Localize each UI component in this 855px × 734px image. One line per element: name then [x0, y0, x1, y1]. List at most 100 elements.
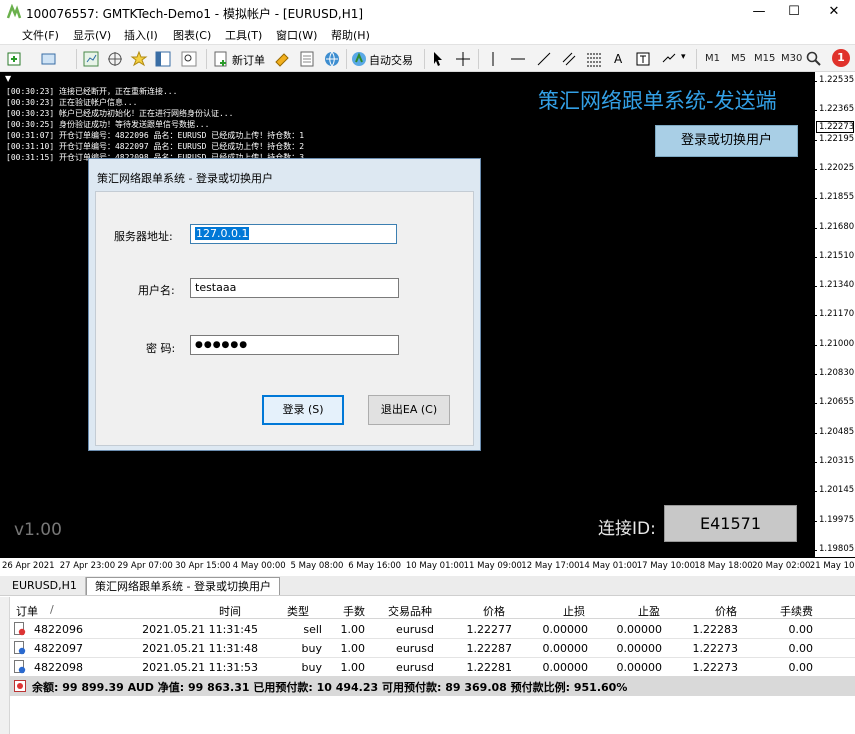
text-label-icon[interactable]	[634, 50, 652, 68]
balance-icon	[14, 680, 26, 692]
time-tick: 17 May 10:00	[636, 561, 695, 571]
market-watch-icon[interactable]	[82, 50, 100, 68]
text-tool-icon[interactable]: A	[614, 52, 622, 66]
table-row[interactable]: 4822097 2021.05.21 11:31:48 buy 1.00 eurusd 1…	[10, 639, 855, 658]
cursor-icon[interactable]	[429, 50, 447, 68]
price-tick: 1.21170	[813, 309, 855, 320]
tf-m1-button[interactable]: M1	[705, 53, 720, 64]
terminal-icon[interactable]	[154, 50, 172, 68]
tester-icon[interactable]	[180, 50, 198, 68]
order-icon	[14, 622, 26, 636]
search-icon[interactable]	[805, 50, 823, 68]
table-cell: 0.00000	[542, 623, 589, 636]
table-cell: 1.22277	[466, 623, 513, 636]
app-logo-icon	[6, 4, 22, 19]
col-tp[interactable]: 止盈	[638, 603, 660, 619]
close-button[interactable]: ✕	[815, 0, 853, 24]
time-tick: 27 Apr 23:00	[59, 561, 116, 571]
price-tick: 1.20485	[813, 426, 855, 437]
server-label: 服务器地址:	[114, 230, 173, 243]
col-time[interactable]: 时间	[219, 603, 241, 619]
minimize-button[interactable]: —	[740, 0, 778, 24]
col-symbol[interactable]: 交易品种	[388, 603, 432, 619]
table-cell: 1.00	[340, 623, 366, 636]
fibonacci-icon[interactable]	[585, 50, 603, 68]
tab-login-dialog[interactable]: 策汇网络跟单系统 - 登录或切换用户	[86, 577, 280, 595]
crosshair-icon[interactable]	[454, 50, 472, 68]
title-bar: 100076557: GMTKTech-Demo1 - 模拟帐户 - [EURU…	[0, 0, 855, 24]
password-label: 密 码:	[146, 342, 176, 355]
balance-row: 余额: 99 899.39 AUD 净值: 99 863.31 已用预付款: 1…	[10, 676, 855, 696]
auto-trading-icon[interactable]	[350, 50, 368, 68]
notification-badge[interactable]: 1	[832, 49, 850, 67]
login-switch-button[interactable]: 登录或切换用户	[655, 125, 798, 157]
new-order-button[interactable]: 新订单	[232, 52, 265, 68]
col-price[interactable]: 价格	[715, 603, 737, 619]
tf-m15-button[interactable]: M15	[754, 53, 775, 64]
price-axis: 1.22273 1.22535 1.22365 1.22195 1.22025 1.21…	[813, 72, 855, 557]
profiles-icon[interactable]	[40, 50, 58, 68]
log-line: [00:30:23] 帐户已经成功初始化！正在进行网络身份认证...	[6, 109, 234, 118]
server-input[interactable]: 127.0.0.1	[190, 224, 397, 244]
time-tick: 18 May 18:00	[694, 561, 753, 571]
table-cell: buy	[301, 661, 322, 674]
login-button[interactable]: 登录 (S)	[262, 395, 344, 425]
table-cell: 0.00000	[542, 642, 589, 655]
channel-icon[interactable]	[560, 50, 578, 68]
password-input[interactable]: ●●●●●●	[190, 335, 399, 355]
table-cell: 0.00	[788, 623, 814, 636]
connection-id-label: 连接ID:	[598, 519, 656, 539]
col-volume[interactable]: 手数	[343, 603, 365, 619]
menu-file[interactable]: 文件(F)	[22, 27, 59, 43]
community-icon[interactable]	[323, 50, 341, 68]
table-cell: buy	[301, 642, 322, 655]
price-tick: 1.22025	[813, 162, 855, 173]
menu-view[interactable]: 显示(V)	[73, 27, 111, 43]
tab-eurusd-h1[interactable]: EURUSD,H1	[4, 577, 86, 595]
horizontal-line-icon[interactable]	[509, 50, 527, 68]
table-row[interactable]: 4822096 2021.05.21 11:31:45 sell 1.00 eurusd…	[10, 620, 855, 639]
col-open-price[interactable]: 价格	[483, 603, 505, 619]
data-window-icon[interactable]	[106, 50, 124, 68]
tf-m30-button[interactable]: M30	[781, 53, 802, 64]
signals-icon[interactable]	[298, 50, 316, 68]
exit-ea-button[interactable]: 退出EA (C)	[368, 395, 450, 425]
table-cell: 1.00	[340, 642, 366, 655]
menu-insert[interactable]: 插入(I)	[124, 27, 158, 43]
time-tick: 12 May 17:00	[521, 561, 580, 571]
new-chart-icon[interactable]	[6, 50, 24, 68]
menu-charts[interactable]: 图表(C)	[173, 27, 211, 43]
chart-tabs: EURUSD,H1 策汇网络跟单系统 - 登录或切换用户	[0, 576, 855, 596]
vertical-line-icon[interactable]	[484, 50, 502, 68]
price-tick: 1.21680	[813, 221, 855, 232]
table-cell: 2021.05.21 11:31:53	[142, 661, 258, 674]
table-row[interactable]: 4822098 2021.05.21 11:31:53 buy 1.00 eurusd 1…	[10, 658, 855, 677]
chevron-down-icon[interactable]: ▾	[681, 52, 686, 62]
table-cell: eurusd	[396, 623, 434, 636]
server-value: 127.0.0.1	[195, 227, 250, 240]
col-type[interactable]: 类型	[287, 603, 309, 619]
log-line: [00:30:23] 正在验证帐户信息...	[6, 98, 138, 107]
trendline-icon[interactable]	[535, 50, 553, 68]
table-cell: 1.22281	[466, 661, 513, 674]
maximize-button[interactable]: ☐	[775, 0, 813, 24]
tf-m5-button[interactable]: M5	[731, 53, 746, 64]
menu-help[interactable]: 帮助(H)	[331, 27, 370, 43]
time-axis: 26 Apr 2021 27 Apr 23:00 29 Apr 07:00 30 Ap…	[0, 557, 855, 576]
metaeditor-icon[interactable]	[273, 50, 291, 68]
new-order-icon[interactable]	[212, 50, 230, 68]
menu-bar: 文件(F) 显示(V) 插入(I) 图表(C) 工具(T) 窗口(W) 帮助(H…	[0, 24, 855, 44]
col-sl[interactable]: 止损	[563, 603, 585, 619]
auto-trading-button[interactable]: 自动交易	[369, 52, 413, 68]
col-commission[interactable]: 手续费	[780, 603, 813, 619]
table-header: 订单 / 时间 类型 手数 交易品种 价格 止损 止盈 价格 手续费	[10, 600, 855, 619]
col-order[interactable]: 订单	[16, 603, 38, 619]
chart-menu-arrow-icon[interactable]: ▼	[5, 74, 11, 83]
table-cell: 1.22273	[692, 661, 739, 674]
arrows-icon[interactable]	[660, 50, 678, 68]
menu-window[interactable]: 窗口(W)	[276, 27, 317, 43]
table-cell: 1.22287	[466, 642, 513, 655]
navigator-icon[interactable]	[130, 50, 148, 68]
menu-tools[interactable]: 工具(T)	[225, 27, 262, 43]
username-input[interactable]: testaaa	[190, 278, 399, 298]
